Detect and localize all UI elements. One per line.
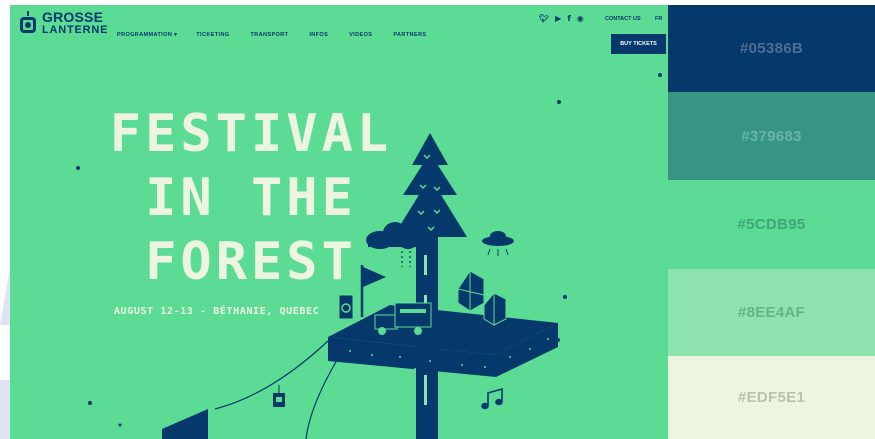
tree-trunk — [416, 235, 438, 439]
swatch-green: #5CDB95 — [668, 180, 875, 269]
swatch-hex: #EDF5E1 — [737, 389, 806, 406]
dome-icon — [457, 270, 507, 326]
logo-text-line2: LANTERNE — [42, 24, 109, 36]
truck-icon — [374, 302, 432, 335]
hero-title-line1: FESTIVAL — [109, 104, 393, 164]
nav-programmation[interactable]: PROGRAMMATION ▾ — [117, 32, 177, 38]
lantern-logo-icon — [18, 11, 38, 37]
social-links: 🐦︎ ▶︎ f ◉ — [539, 15, 584, 23]
nav-ticketing[interactable]: TICKETING — [196, 32, 229, 38]
hero-title-line2: IN THE — [145, 168, 357, 228]
floating-island — [328, 305, 558, 377]
swatch-teal: #379683 — [668, 92, 875, 180]
pine-tree-icon — [393, 133, 467, 237]
music-note-icon — [481, 387, 503, 410]
nav-videos[interactable]: VIDEOS — [349, 32, 372, 38]
ufo-icon — [482, 231, 514, 256]
swatch-hex: #8EE4AF — [737, 304, 806, 321]
lantern-icon — [273, 385, 285, 407]
color-palette: #05386B #379683 #5CDB95 #8EE4AF #EDF5E1 — [668, 5, 875, 439]
speaker-icon — [338, 294, 354, 320]
hero-title-line3: FOREST — [145, 232, 357, 292]
site-logo[interactable]: GROSSE LANTERNE — [18, 9, 109, 37]
facebook-icon[interactable]: f — [567, 15, 570, 23]
contact-link[interactable]: CONTACT US — [605, 16, 641, 22]
youtube-icon[interactable]: ▶︎ — [555, 15, 561, 23]
swatch-hex: #379683 — [741, 127, 802, 145]
hero-subtitle: AUGUST 12-13 - BÉTHANIE, QUEBEC — [114, 306, 320, 317]
hero-title: FESTIVAL IN THE FOREST — [106, 102, 396, 294]
twitter-icon[interactable]: 🐦︎ — [539, 15, 549, 23]
swatch-light-green: #8EE4AF — [668, 269, 875, 356]
nav-infos[interactable]: INFOS — [309, 32, 328, 38]
swatch-hex: #05386B — [740, 40, 803, 57]
nav-partners[interactable]: PARTNERS — [393, 32, 426, 38]
language-toggle[interactable]: FR — [655, 16, 662, 22]
nav-transport[interactable]: TRANSPORT — [251, 32, 289, 38]
buy-tickets-button[interactable]: BUY TICKETS — [611, 34, 666, 54]
main-nav: PROGRAMMATION ▾ TICKETING TRANSPORT INFO… — [117, 32, 447, 38]
instagram-icon[interactable]: ◉ — [577, 15, 584, 23]
pennant-icon — [162, 409, 208, 439]
logo-text-line1: GROSSE — [42, 9, 104, 25]
swatch-navy: #05386B — [668, 5, 875, 92]
swatch-hex: #5CDB95 — [737, 216, 806, 233]
festival-website: GROSSE LANTERNE PROGRAMMATION ▾ TICKETIN… — [10, 5, 668, 439]
swatch-cream: #EDF5E1 — [668, 356, 875, 439]
